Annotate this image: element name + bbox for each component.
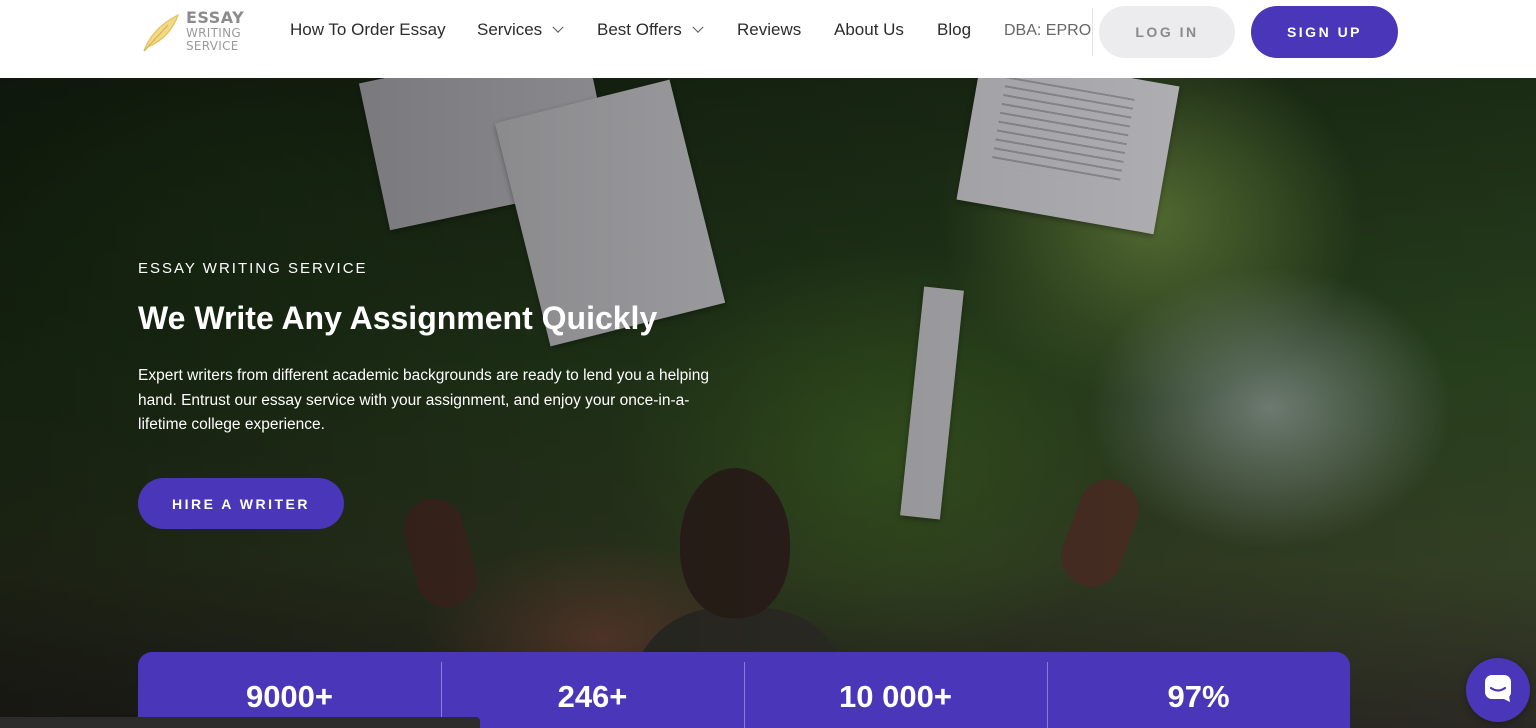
nav-services[interactable]: Services [477,20,564,40]
header-divider [1092,8,1093,56]
hero-section: ESSAY WRITING SERVICE We Write Any Assig… [0,78,1536,728]
nav-label: Services [477,20,543,39]
signup-button[interactable]: SIGN UP [1251,6,1398,58]
nav-best-offers[interactable]: Best Offers [597,20,704,40]
chevron-down-icon [692,21,704,33]
login-button[interactable]: LOG IN [1099,6,1235,58]
hero-description: Expert writers from different academic b… [138,367,709,433]
logo-text: ESSAY WRITING SERVICE [186,8,245,53]
stat-item: 246+ [441,652,744,728]
nav-blog[interactable]: Blog [937,20,971,40]
stat-value: 10 000+ [839,679,952,714]
nav-label: About Us [834,20,904,39]
logo-line-1: ESSAY [186,8,245,27]
stat-item: 10 000+ [744,652,1047,728]
logo-line-3: SERVICE [186,39,239,53]
nav-label: Best Offers [597,20,682,39]
quill-icon [138,11,182,55]
nav-about-us[interactable]: About Us [834,20,904,40]
bottom-notice-bar [0,717,480,728]
hire-writer-button[interactable]: HIRE A WRITER [138,478,344,529]
nav-label: Reviews [737,20,802,39]
stat-value: 246+ [557,679,628,714]
nav-how-to-order[interactable]: How To Order Essay [290,20,446,40]
nav-reviews[interactable]: Reviews [737,20,801,40]
stat-value: 97% [1167,679,1230,714]
hero-eyebrow: ESSAY WRITING SERVICE [138,260,368,277]
stat-item: 97% [1047,652,1350,728]
dba-label: DBA: EPRO [1004,22,1092,39]
logo-line-2: WRITING [186,26,241,40]
nav-label: Blog [937,20,972,39]
hero-title: We Write Any Assignment Quickly [138,300,658,336]
chevron-down-icon [552,21,564,33]
site-header: ESSAY WRITING SERVICE How To Order Essay… [0,0,1536,78]
logo[interactable]: ESSAY WRITING SERVICE [138,8,258,58]
nav-label: How To Order Essay [290,20,446,39]
chat-icon [1482,672,1514,709]
chat-launcher-button[interactable] [1466,658,1530,722]
